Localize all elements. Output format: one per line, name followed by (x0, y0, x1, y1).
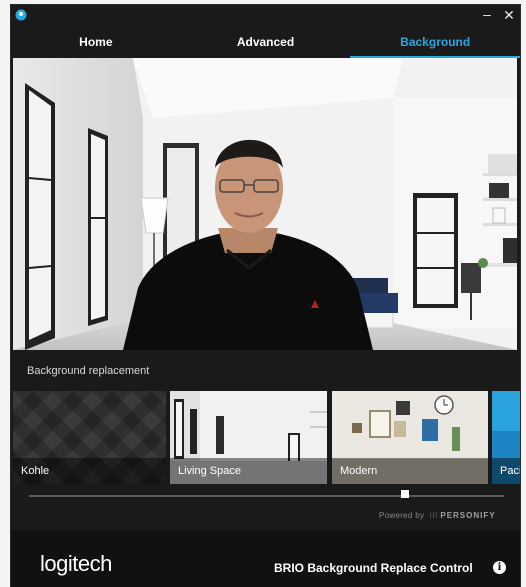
background-option-label: Modern (332, 458, 488, 484)
personify-logo-icon: ⁝⁝⁝ (429, 511, 438, 520)
logitech-app-icon (15, 9, 27, 21)
tab-advanced[interactable]: Advanced (181, 30, 351, 58)
background-replacement-label: Background replacement (27, 365, 150, 377)
background-options-strip: Kohle Living Space Modern Pac (13, 391, 520, 484)
powered-by-label: Powered by ⁝⁝⁝ PERSONIFY (379, 511, 496, 520)
background-option-label: Kohle (13, 458, 166, 484)
footer-bar: logitech BRIO Background Replace Control… (11, 530, 520, 587)
background-option-pacific[interactable]: Pacif (492, 391, 520, 484)
title-bar: – ✕ (11, 5, 520, 27)
app-window: – ✕ Home Advanced Background Background … (11, 5, 520, 587)
background-option-kohle[interactable]: Kohle (13, 391, 166, 484)
personify-brand: PERSONIFY (440, 511, 496, 520)
background-scroll-track[interactable] (29, 495, 504, 497)
background-option-label: Living Space (170, 458, 327, 484)
tab-background[interactable]: Background (350, 30, 520, 58)
minimize-button[interactable]: – (477, 5, 497, 25)
background-option-label: Pacif (492, 458, 520, 484)
camera-preview (13, 58, 517, 350)
tab-home[interactable]: Home (11, 30, 181, 58)
powered-by-prefix: Powered by (379, 511, 425, 520)
product-name: BRIO Background Replace Control (274, 561, 473, 575)
close-button[interactable]: ✕ (499, 5, 519, 25)
tab-bar: Home Advanced Background (11, 30, 520, 58)
camera-preview-image (13, 58, 517, 350)
background-scroll-thumb[interactable] (401, 490, 409, 498)
logitech-logo: logitech (40, 551, 112, 576)
info-icon[interactable]: i (493, 561, 506, 574)
background-option-modern[interactable]: Modern (332, 391, 488, 484)
background-option-living-space[interactable]: Living Space (170, 391, 327, 484)
